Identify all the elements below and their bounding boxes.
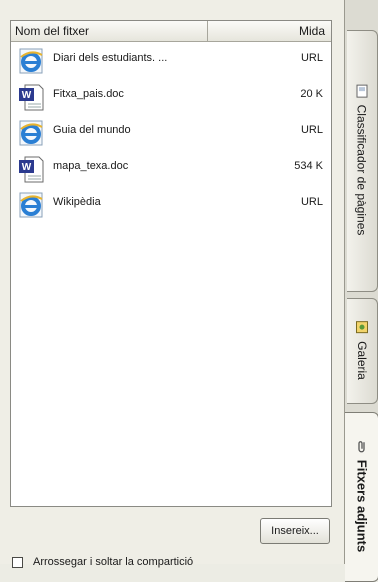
svg-text:W: W xyxy=(22,162,32,173)
word-doc-icon: W xyxy=(17,83,45,111)
file-rows: Diari dels estudiants. ... URL W Fitxa_p… xyxy=(11,43,331,223)
column-header-size[interactable]: Mida xyxy=(299,21,325,41)
file-size: 534 K xyxy=(294,160,323,172)
tab-page-sorter[interactable]: Classificador de pàgines xyxy=(347,30,378,292)
file-name: mapa_texa.doc xyxy=(53,160,129,172)
file-size: 20 K xyxy=(300,88,323,100)
attachments-panel: Nom del fitxer Mida Diari dels estudiant… xyxy=(0,0,344,568)
word-doc-icon: W xyxy=(17,155,45,183)
list-header: Nom del fitxer Mida xyxy=(11,21,331,42)
file-size: URL xyxy=(300,52,323,64)
tab-attachments[interactable]: Fitxers adjunts xyxy=(345,412,378,582)
file-name: Wikipèdia xyxy=(53,196,101,208)
list-item[interactable]: W Fitxa_pais.doc 20 K xyxy=(11,79,331,115)
list-item[interactable]: W mapa_texa.doc 534 K xyxy=(11,151,331,187)
list-item[interactable]: Wikipèdia URL xyxy=(11,187,331,223)
drag-share-checkbox[interactable] xyxy=(12,556,23,568)
tab-label: Galeria xyxy=(355,341,369,380)
list-item[interactable]: Guia del mundo URL xyxy=(11,115,331,151)
drag-share-option: Arrossegar i soltar la compartició xyxy=(12,556,193,570)
svg-text:W: W xyxy=(22,90,32,101)
file-name: Fitxa_pais.doc xyxy=(53,88,124,100)
page-sorter-icon xyxy=(356,84,368,101)
file-size: URL xyxy=(300,124,323,136)
tab-label: Fitxers adjunts xyxy=(354,459,369,553)
file-list[interactable]: Nom del fitxer Mida Diari dels estudiant… xyxy=(10,20,332,507)
paperclip-icon xyxy=(356,439,368,456)
ie-icon xyxy=(17,119,45,147)
drag-share-label: Arrossegar i soltar la compartició xyxy=(33,556,194,568)
vertical-tab-strip: Classificador de pàgines Galeria Fitxers… xyxy=(344,0,378,582)
tab-gallery[interactable]: Galeria xyxy=(347,298,378,404)
column-header-filename[interactable]: Nom del fitxer xyxy=(11,21,208,41)
gallery-icon xyxy=(356,321,369,337)
tab-label: Classificador de pàgines xyxy=(355,104,369,236)
file-name: Diari dels estudiants. ... xyxy=(53,52,168,64)
file-size: URL xyxy=(300,196,323,208)
ie-icon xyxy=(17,191,45,219)
ie-icon xyxy=(17,47,45,75)
list-item[interactable]: Diari dels estudiants. ... URL xyxy=(11,43,331,79)
file-name: Guia del mundo xyxy=(53,124,131,136)
insert-button[interactable]: Insereix... xyxy=(260,518,330,544)
